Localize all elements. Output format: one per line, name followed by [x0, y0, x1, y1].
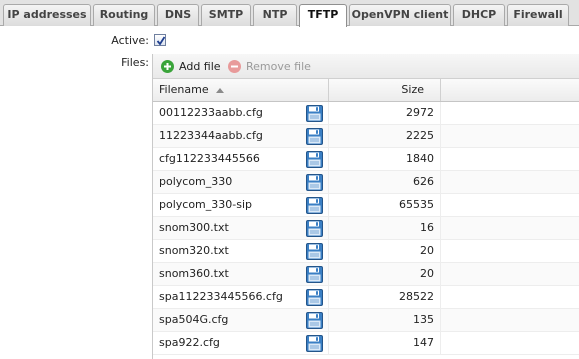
- sort-ascending-icon: [216, 88, 225, 93]
- filename-cell: polycom_330: [159, 175, 233, 188]
- table-row[interactable]: cfg112233445566 1840: [153, 148, 579, 171]
- tab-openvpn-client[interactable]: OpenVPN client: [349, 4, 451, 26]
- size-cell: 1840: [406, 152, 434, 165]
- size-cell: 2225: [406, 129, 434, 142]
- column-filename-label: Filename: [159, 83, 209, 96]
- checkmark-icon: [156, 36, 166, 46]
- table-row[interactable]: 00112233aabb.cfg 2972: [153, 102, 579, 125]
- filename-cell: spa922.cfg: [159, 336, 220, 349]
- size-cell: 65535: [399, 198, 434, 211]
- tab-routing[interactable]: Routing: [93, 4, 155, 26]
- table-row[interactable]: snom320.txt 20: [153, 240, 579, 263]
- files-toolbar: Add file Remove file: [153, 54, 579, 79]
- size-cell: 2972: [406, 106, 434, 119]
- tab-ntp[interactable]: NTP: [253, 4, 297, 26]
- floppy-disk-icon[interactable]: [306, 266, 323, 283]
- filename-cell: spa504G.cfg: [159, 313, 229, 326]
- size-cell: 135: [413, 313, 434, 326]
- size-cell: 626: [413, 175, 434, 188]
- tab-smtp[interactable]: SMTP: [201, 4, 251, 26]
- tab-dhcp[interactable]: DHCP: [453, 4, 505, 26]
- tab-bar: IP addresses Routing DNS SMTP NTP TFTP O…: [0, 0, 579, 27]
- column-header-size[interactable]: Size: [329, 79, 440, 101]
- filename-cell: 11223344aabb.cfg: [159, 129, 263, 142]
- column-gridline: [440, 102, 441, 355]
- active-checkbox[interactable]: [154, 34, 166, 46]
- plus-circle-icon: [161, 60, 174, 73]
- remove-file-button[interactable]: Remove file: [228, 59, 311, 75]
- filename-cell: snom300.txt: [159, 221, 229, 234]
- size-cell: 16: [420, 221, 434, 234]
- floppy-disk-icon[interactable]: [306, 243, 323, 260]
- column-gridline: [328, 102, 329, 355]
- floppy-disk-icon[interactable]: [306, 197, 323, 214]
- floppy-disk-icon[interactable]: [306, 220, 323, 237]
- column-divider[interactable]: [440, 79, 441, 101]
- tab-firewall[interactable]: Firewall: [507, 4, 569, 26]
- floppy-disk-icon[interactable]: [306, 289, 323, 306]
- files-grid: Add file Remove file Filename Size 00112…: [152, 54, 579, 359]
- filename-cell: polycom_330-sip: [159, 198, 253, 211]
- files-label: Files:: [121, 56, 149, 69]
- filename-cell: snom360.txt: [159, 267, 229, 280]
- size-cell: 20: [420, 244, 434, 257]
- tab-tftp[interactable]: TFTP: [299, 4, 347, 27]
- table-row[interactable]: 11223344aabb.cfg 2225: [153, 125, 579, 148]
- floppy-disk-icon[interactable]: [306, 105, 323, 122]
- tab-ip-addresses[interactable]: IP addresses: [3, 4, 91, 26]
- floppy-disk-icon[interactable]: [306, 174, 323, 191]
- minus-circle-icon: [228, 60, 241, 73]
- floppy-disk-icon[interactable]: [306, 312, 323, 329]
- filename-cell: snom320.txt: [159, 244, 229, 257]
- table-row[interactable]: polycom_330 626: [153, 171, 579, 194]
- filename-cell: spa112233445566.cfg: [159, 290, 283, 303]
- size-cell: 20: [420, 267, 434, 280]
- table-row[interactable]: snom300.txt 16: [153, 217, 579, 240]
- table-row[interactable]: spa922.cfg 147: [153, 332, 579, 355]
- floppy-disk-icon[interactable]: [306, 151, 323, 168]
- table-row[interactable]: spa504G.cfg 135: [153, 309, 579, 332]
- column-header-filename[interactable]: Filename: [153, 79, 328, 101]
- size-cell: 147: [413, 336, 434, 349]
- add-file-label: Add file: [179, 60, 221, 73]
- column-size-label: Size: [401, 83, 424, 96]
- filename-cell: 00112233aabb.cfg: [159, 106, 263, 119]
- add-file-button[interactable]: Add file: [161, 59, 221, 75]
- filename-cell: cfg112233445566: [159, 152, 260, 165]
- table-row[interactable]: polycom_330-sip 65535: [153, 194, 579, 217]
- floppy-disk-icon[interactable]: [306, 335, 323, 352]
- floppy-disk-icon[interactable]: [306, 128, 323, 145]
- tab-dns[interactable]: DNS: [157, 4, 199, 26]
- active-label: Active:: [111, 34, 149, 47]
- table-row[interactable]: snom360.txt 20: [153, 263, 579, 286]
- table-row[interactable]: spa112233445566.cfg 28522: [153, 286, 579, 309]
- size-cell: 28522: [399, 290, 434, 303]
- remove-file-label: Remove file: [246, 60, 311, 73]
- grid-header: Filename Size: [153, 79, 579, 102]
